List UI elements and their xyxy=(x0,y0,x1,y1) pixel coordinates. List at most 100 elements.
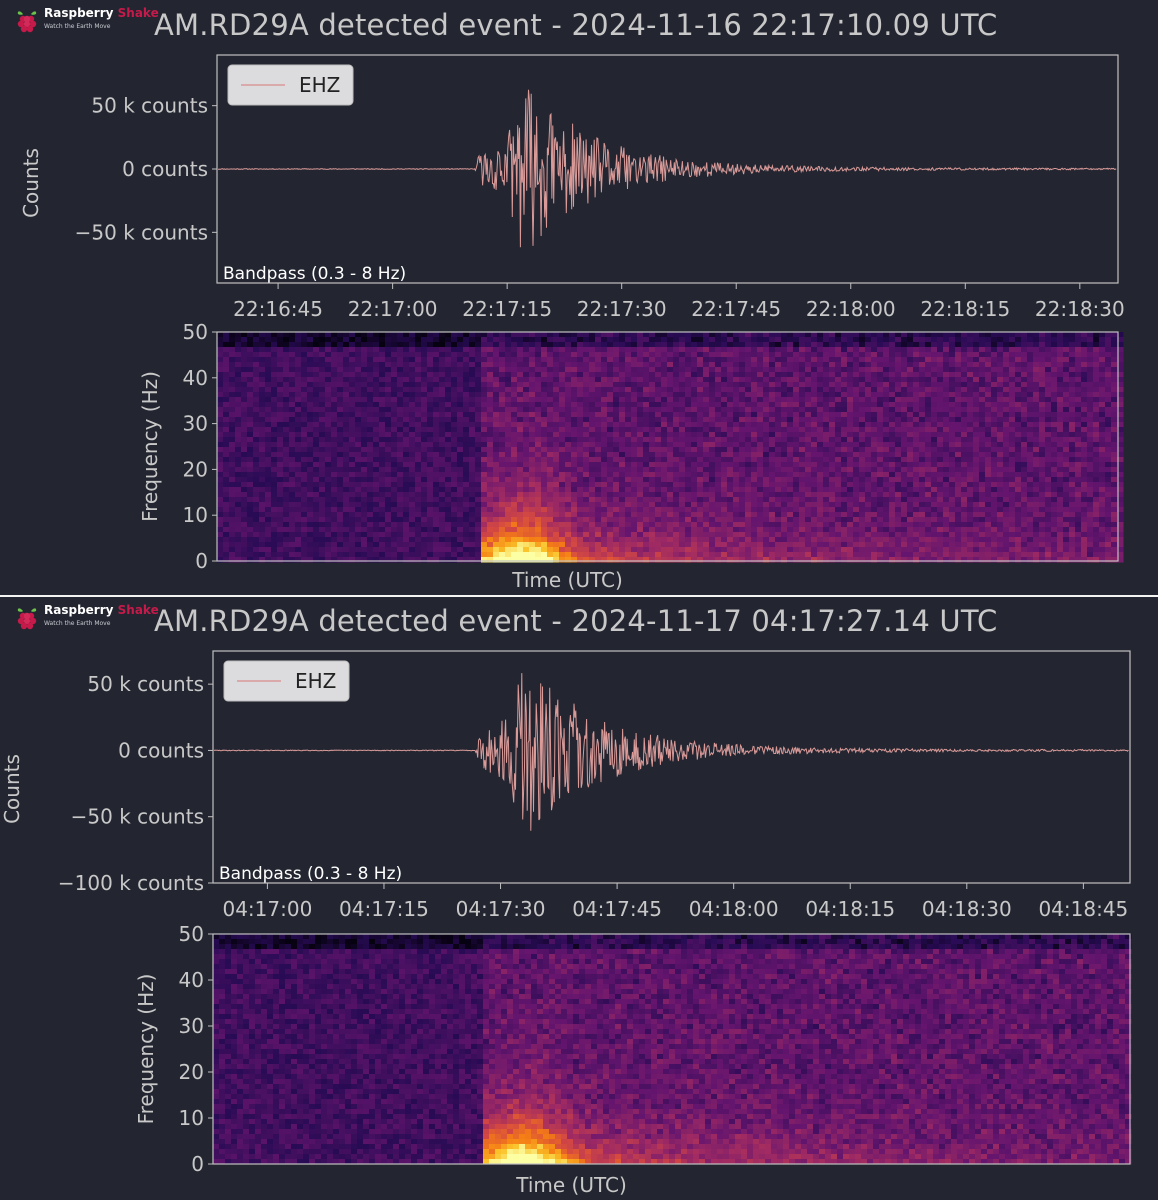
spectrogram-cell xyxy=(613,522,620,528)
spectrogram-cell xyxy=(265,367,272,373)
spectrogram-cell xyxy=(337,407,344,413)
spectrogram-cell xyxy=(673,377,680,383)
spectrogram-cell xyxy=(595,517,602,523)
spectrogram-cell xyxy=(253,377,260,383)
spectrogram-cell xyxy=(319,507,326,513)
spectrogram-cell xyxy=(475,547,482,553)
spectrogram-cell xyxy=(337,342,344,348)
spectrogram-cell xyxy=(649,557,656,563)
spectrogram-cell xyxy=(421,422,428,428)
spectrogram-cell xyxy=(565,492,572,498)
spectrogram-cell xyxy=(763,412,770,418)
spectrogram-cell xyxy=(307,397,314,403)
spectrogram-cell xyxy=(853,407,860,413)
spectrogram-cell xyxy=(835,452,842,458)
spectrogram-cell xyxy=(799,482,806,488)
spectrogram-cell xyxy=(547,472,554,478)
spectrogram-cell xyxy=(805,482,812,488)
spectrogram-cell xyxy=(613,377,620,383)
spectrogram-cell xyxy=(787,517,794,523)
spectrogram-cell xyxy=(325,362,332,368)
spectrogram-cell xyxy=(535,512,542,518)
spectrogram-cell xyxy=(307,527,314,533)
spectrogram-cell xyxy=(253,452,260,458)
spectrogram-cell xyxy=(481,342,488,348)
spectrogram-cell xyxy=(535,417,542,423)
spectrogram-cell xyxy=(517,472,524,478)
spectrogram-cell xyxy=(505,402,512,408)
spectrogram-cell xyxy=(427,332,434,338)
spectrogram-cell xyxy=(679,392,686,398)
spectrogram-cell xyxy=(571,537,578,543)
spectrogram-cell xyxy=(583,492,590,498)
spectrogram-cell xyxy=(625,557,632,563)
spectrogram-cell xyxy=(811,502,818,508)
spectrogram-cell xyxy=(523,467,530,473)
spectrogram-cell xyxy=(301,407,308,413)
spectrogram-cell xyxy=(421,402,428,408)
spectrogram-cell xyxy=(469,342,476,348)
spectrogram-cell xyxy=(841,422,848,428)
spectrogram-cell xyxy=(349,452,356,458)
spectrogram-cell xyxy=(463,352,470,358)
spectrogram-cell xyxy=(289,447,296,453)
spectrogram-cell xyxy=(415,532,422,538)
spectrogram-cell xyxy=(601,392,608,398)
spectrogram-cell xyxy=(757,552,764,558)
spectrogram-cell xyxy=(535,532,542,538)
spectrogram-cell xyxy=(487,542,494,548)
spectrogram-cell xyxy=(703,342,710,348)
spectrogram-cell xyxy=(829,377,836,383)
spectrogram-cell xyxy=(817,382,824,388)
spectrogram-cell xyxy=(757,352,764,358)
spectrogram-cell xyxy=(835,532,842,538)
spectrogram-cell xyxy=(655,377,662,383)
spectrogram-cell xyxy=(301,362,308,368)
spectrogram-cell xyxy=(631,342,638,348)
spectrogram-cell xyxy=(349,442,356,448)
spectrogram-cell xyxy=(727,527,734,533)
spectrogram-cell xyxy=(421,447,428,453)
spectrogram-cell xyxy=(613,447,620,453)
spectrogram-cell xyxy=(397,427,404,433)
spectrogram-cell xyxy=(559,442,566,448)
spectrogram-cell xyxy=(703,532,710,538)
spectrogram-cell xyxy=(811,357,818,363)
spectrogram-cell xyxy=(751,417,758,423)
spectrogram-cell xyxy=(793,362,800,368)
spectrogram-cell xyxy=(493,392,500,398)
spectrogram-cell xyxy=(301,467,308,473)
spectrogram-cell xyxy=(553,497,560,503)
spectrogram-cell xyxy=(319,432,326,438)
spectrogram-cell xyxy=(793,447,800,453)
spectrogram-cell xyxy=(769,477,776,483)
spectrogram-cell xyxy=(643,517,650,523)
spectrogram-cell xyxy=(433,357,440,363)
spectrogram-cell xyxy=(811,492,818,498)
spectrogram-cell xyxy=(565,537,572,543)
spectrogram-cell xyxy=(223,362,230,368)
spectrogram-cell xyxy=(721,387,728,393)
spectrogram-cell xyxy=(523,422,530,428)
spectrogram-cell xyxy=(259,537,266,543)
spectrogram-cell xyxy=(811,397,818,403)
spectrogram-cell xyxy=(571,407,578,413)
spectrogram-cell xyxy=(481,517,488,523)
spectrogram-cell xyxy=(823,422,830,428)
spectrogram-cell xyxy=(751,412,758,418)
spectrogram-cell xyxy=(763,457,770,463)
spectrogram-cell xyxy=(751,352,758,358)
spectrogram-cell xyxy=(673,532,680,538)
spectrogram-cell xyxy=(463,367,470,373)
spectrogram-cell xyxy=(799,547,806,553)
spectrogram-cell xyxy=(481,547,488,553)
spectrogram-cell xyxy=(715,457,722,463)
spectrogram-cell xyxy=(271,457,278,463)
spectrogram-cell xyxy=(619,392,626,398)
spectrogram-cell xyxy=(775,547,782,553)
spectrogram-cell xyxy=(745,412,752,418)
spectrogram-cell xyxy=(217,512,224,518)
spectrogram-cell xyxy=(475,417,482,423)
spectrogram-cell xyxy=(487,557,494,563)
spectrogram-cell xyxy=(781,532,788,538)
